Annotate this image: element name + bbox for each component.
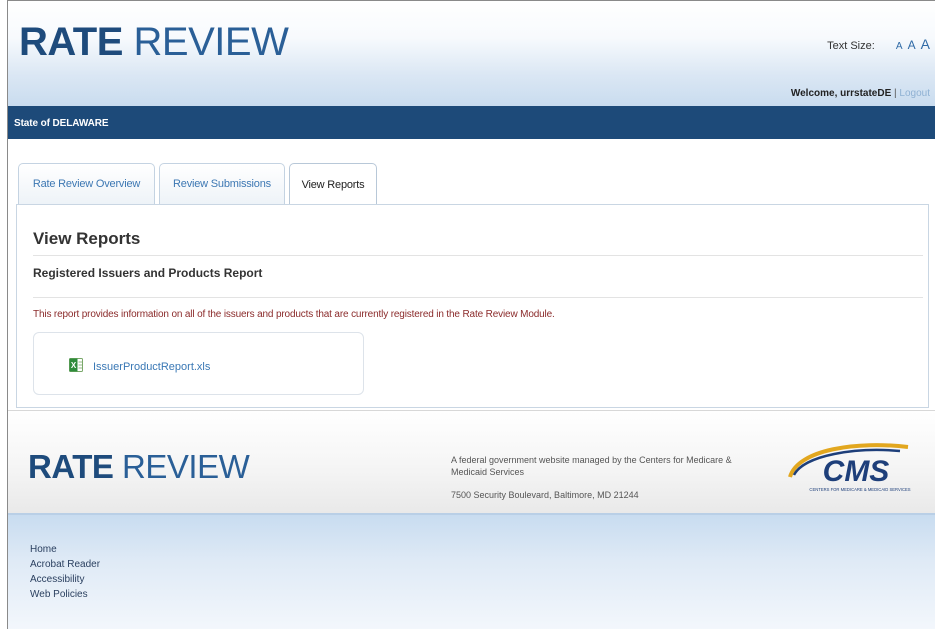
footer-link-accessibility[interactable]: Accessibility [30,572,100,587]
footer-links-area: Home Acrobat Reader Accessibility Web Po… [8,513,935,629]
tab-view-reports[interactable]: View Reports [289,163,377,205]
footer-link-web-policies[interactable]: Web Policies [30,587,100,602]
excel-file-icon[interactable]: X [69,358,83,372]
site-header: RATE REVIEW Text Size: A A A Welcome, ur… [8,1,935,106]
divider [33,297,923,298]
main-content-panel: View Reports Registered Issuers and Prod… [16,204,929,408]
cms-logo-text: CMS [823,455,890,488]
footer-logo-review-text: REVIEW [113,448,250,485]
logo-rate-text: RATE [19,20,123,64]
text-size-large-button[interactable]: A [921,36,930,52]
welcome-text: Welcome, urrstateDE [790,88,892,99]
footer-link-home[interactable]: Home [30,542,100,557]
state-label: State of DELAWARE [14,118,109,129]
issuer-product-report-link[interactable]: IssuerProductReport.xls [93,361,210,373]
footer-link-acrobat-reader[interactable]: Acrobat Reader [30,557,100,572]
logo-review-text: REVIEW [122,20,289,64]
state-bar: State of DELAWARE [8,106,935,139]
text-size-medium-button[interactable]: A [908,38,916,52]
cms-address: 7500 Security Boulevard, Baltimore, MD 2… [451,490,639,500]
tab-label: Review Submissions [173,178,271,190]
footer-links: Home Acrobat Reader Accessibility Web Po… [30,542,100,602]
report-description: This report provides information on all … [33,309,555,320]
rate-review-logo[interactable]: RATE REVIEW [19,20,289,64]
text-size-control: Text Size: A A A [827,36,930,52]
welcome-bar: Welcome, urrstateDE | Logout [791,88,930,99]
file-download-box: X IssuerProductReport.xls [33,332,364,395]
footer-info: RATE REVIEW A federal government website… [8,410,935,513]
tab-rate-review-overview[interactable]: Rate Review Overview [18,163,155,204]
divider [33,255,923,256]
tab-label: View Reports [301,178,365,191]
footer-logo-rate-text: RATE [28,448,114,485]
cms-logo-subtext: CENTERS FOR MEDICARE & MEDICAID SERVICES [809,487,910,492]
text-size-small-button[interactable]: A [896,41,903,52]
tab-review-submissions[interactable]: Review Submissions [159,163,285,204]
cms-logo[interactable]: CMS CENTERS FOR MEDICARE & MEDICAID SERV… [768,437,928,495]
report-title: Registered Issuers and Products Report [33,266,263,280]
svg-text:X: X [71,361,77,370]
footer-rate-review-logo: RATE REVIEW [28,448,250,485]
text-size-label: Text Size: [827,40,875,52]
page-title: View Reports [33,229,141,248]
logout-link[interactable]: Logout [899,88,930,99]
tab-label: Rate Review Overview [32,178,141,190]
federal-website-text: A federal government website managed by … [451,455,732,477]
browser-frame: RATE REVIEW Text Size: A A A Welcome, ur… [7,0,935,629]
